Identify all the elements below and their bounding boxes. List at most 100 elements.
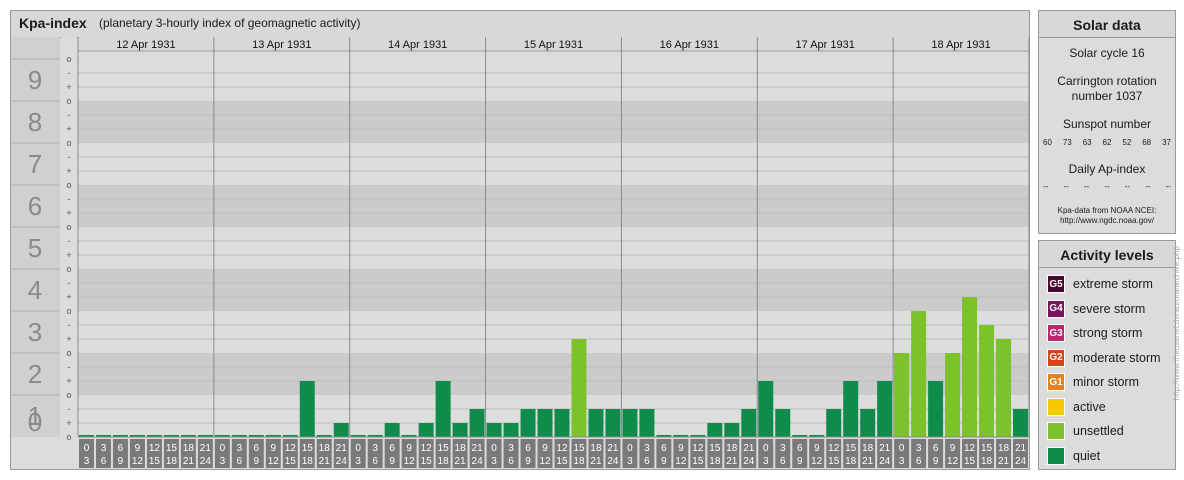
hour-label-end: 6 [916, 456, 922, 467]
hour-label-end: 15 [692, 456, 704, 467]
hour-label-start: 0 [355, 443, 361, 454]
kp-bar [877, 381, 893, 437]
kp-bar [741, 408, 757, 437]
minor-tick-label: - [68, 362, 71, 372]
sunspot-value: 60 [1043, 138, 1052, 147]
legend-item-moderate-storm: G2 moderate storm [1047, 348, 1161, 367]
hour-label-start: 21 [472, 443, 484, 454]
hour-label-start: 9 [814, 443, 820, 454]
hour-label-end: 21 [998, 456, 1010, 467]
hour-label-start: 21 [607, 443, 619, 454]
hour-label-end: 6 [101, 456, 107, 467]
ap-index-value: -- [1043, 182, 1049, 191]
kpa-bar-chart: 12 Apr 1931 13 Apr 1931 14 Apr 1931 15 Apr … [11, 37, 1030, 468]
solar-cycle: Solar cycle 16 [1069, 46, 1145, 60]
hour-label-end: 21 [726, 456, 738, 467]
hour-label-start: 9 [542, 443, 548, 454]
legend-swatch: G4 [1047, 299, 1065, 318]
hour-label-end: 24 [472, 456, 484, 467]
hour-label-start: 3 [372, 443, 378, 454]
hour-label-start: 15 [302, 443, 314, 454]
day-label: 16 Apr 1931 [660, 39, 719, 51]
y-tick-label: 4 [28, 275, 42, 305]
hour-label-end: 9 [118, 456, 124, 467]
hour-label-end: 18 [709, 456, 721, 467]
hour-label-end: 15 [828, 456, 840, 467]
kp-bar [775, 408, 791, 437]
kp-bar [605, 408, 621, 437]
hour-label-end: 12 [132, 456, 144, 467]
day-label: 12 Apr 1931 [116, 39, 175, 51]
y-tick-label: 6 [28, 191, 42, 221]
hour-label-start: 15 [438, 443, 450, 454]
minor-tick-label: + [66, 250, 71, 260]
hour-label-start: 21 [336, 443, 348, 454]
kp-bar [1013, 408, 1028, 437]
plot-band [78, 59, 1029, 101]
sunspot-value: 68 [1142, 138, 1152, 147]
hour-label-end: 15 [285, 456, 297, 467]
hour-label-end: 9 [389, 456, 395, 467]
hour-label-end: 9 [797, 456, 803, 467]
legend-label: unsettled [1073, 424, 1124, 438]
hour-label-start: 0 [627, 443, 633, 454]
hour-label-start: 0 [763, 443, 769, 454]
day-label: 14 Apr 1931 [388, 39, 447, 51]
day-label: 15 Apr 1931 [524, 39, 583, 51]
hour-label-start: 6 [933, 443, 939, 454]
hour-label-end: 24 [1015, 456, 1027, 467]
hour-label-end: 3 [220, 456, 226, 467]
minor-tick-label: o [66, 180, 71, 190]
hour-label-start: 21 [743, 443, 755, 454]
hour-label-end: 21 [455, 456, 467, 467]
hour-label-start: 18 [862, 443, 874, 454]
legend-swatch: G1 [1047, 373, 1065, 391]
hour-label-end: 24 [743, 456, 755, 467]
hour-label-start: 15 [845, 443, 857, 454]
kp-bar [962, 297, 978, 437]
hour-label-end: 9 [254, 456, 260, 467]
credit-url: http://www.theusenet.de/aurora/archive.p… [1172, 246, 1181, 401]
minor-tick-label: - [68, 278, 71, 288]
hour-label-end: 12 [675, 456, 687, 467]
hour-label-start: 12 [556, 443, 568, 454]
kp-bar [979, 324, 995, 437]
minor-tick-label: - [68, 110, 71, 120]
day-label: 17 Apr 1931 [796, 39, 855, 51]
legend-swatch: G2 [1047, 348, 1065, 367]
hour-label-end: 15 [556, 456, 568, 467]
legend-item-severe-storm: G4 severe storm [1047, 299, 1146, 318]
minor-tick-label: + [66, 292, 71, 302]
legend-label: severe storm [1073, 301, 1146, 316]
kp-bar [707, 423, 723, 437]
legend-item-minor-storm: G1 minor storm [1047, 373, 1139, 391]
activity-levels-title: Activity levels [1060, 247, 1154, 263]
kp-bar [588, 408, 604, 437]
hour-label-start: 0 [84, 443, 90, 454]
hour-label-start: 6 [254, 443, 260, 454]
sunspot-values: 60 73 63 62 52 68 37 [1043, 138, 1171, 147]
kp-bar [537, 408, 553, 437]
hour-label-end: 18 [981, 456, 993, 467]
hour-label-start: 3 [644, 443, 650, 454]
ap-index-value: -- [1063, 182, 1069, 191]
legend-label: extreme storm [1073, 277, 1153, 291]
legend-item-unsettled: unsettled [1047, 422, 1124, 440]
minor-tick-label: + [66, 208, 71, 218]
minor-tick-label: + [66, 376, 71, 386]
y-tick-label: 2 [28, 359, 42, 389]
kp-bar [724, 423, 740, 437]
hour-label-start: 12 [964, 443, 976, 454]
hour-label-start: 9 [678, 443, 684, 454]
legend-label: quiet [1073, 448, 1101, 463]
plot-band [78, 227, 1029, 269]
minor-tick-label: + [66, 166, 71, 176]
hour-label-start: 12 [828, 443, 840, 454]
hour-label-end: 24 [336, 456, 348, 467]
legend-swatch: G3 [1047, 324, 1065, 342]
hour-label-end: 6 [780, 456, 786, 467]
kp-bar [826, 408, 842, 437]
kp-bar [418, 423, 434, 437]
hour-label-end: 21 [862, 456, 874, 467]
kp-bar [435, 381, 451, 437]
